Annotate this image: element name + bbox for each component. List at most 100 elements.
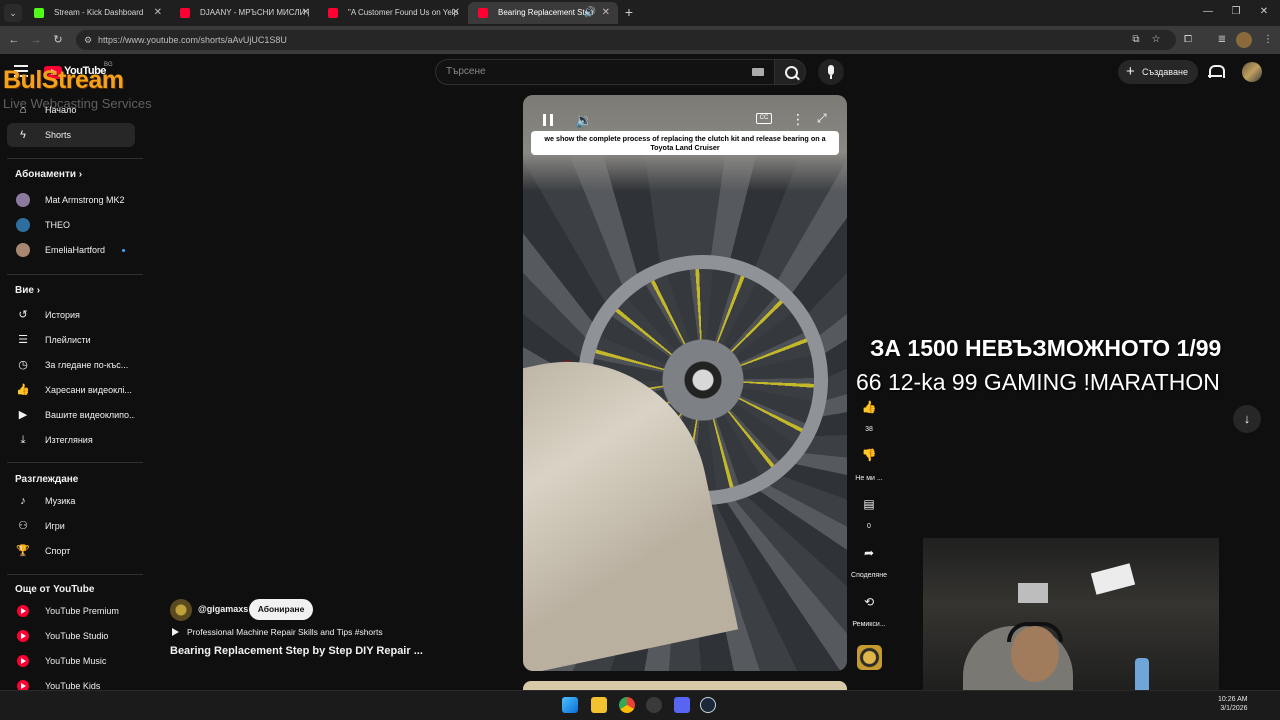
windows-start-icon[interactable]	[562, 697, 578, 713]
sidebar-item-mat-armstrong[interactable]: Mat Armstrong MK2	[7, 188, 135, 212]
tab-bearing-replacement[interactable]: Bearing Replacement Step 🔊 ✕	[468, 2, 618, 24]
tab-djaany[interactable]: DJAANY - МРЪСНИ МИСЛИ | ✕	[170, 2, 318, 24]
short-title[interactable]: Bearing Replacement Step by Step DIY Rep…	[170, 645, 423, 657]
remix-button[interactable]: ⟲	[857, 590, 881, 614]
account-avatar[interactable]	[1242, 62, 1262, 82]
like-button[interactable]: 👍	[857, 395, 881, 419]
comment-count: 0	[867, 523, 871, 530]
next-short-arrow-icon[interactable]: ↓	[1233, 405, 1261, 433]
channel-name[interactable]: @gigamaxs	[198, 604, 248, 614]
youtube-favicon-icon	[328, 8, 338, 18]
sidebar-item-label: YouTube Premium	[45, 606, 119, 616]
window-close-button[interactable]: ✕	[1250, 0, 1278, 24]
watch-later-icon: ◷	[18, 359, 28, 371]
youtube-music-icon	[17, 655, 29, 667]
captions-icon[interactable]: CC	[756, 113, 772, 124]
new-tab-button[interactable]: +	[622, 2, 636, 24]
forward-arrow-icon[interactable]: →	[28, 32, 44, 48]
notifications-bell-icon[interactable]	[1208, 64, 1225, 80]
extensions-icon[interactable]: ⧠	[1180, 32, 1196, 48]
tab-search-button[interactable]: ⌄	[4, 4, 22, 22]
channel-avatar[interactable]	[170, 599, 192, 621]
sidebar-item-label: Начало	[45, 105, 77, 115]
subscriptions-heading[interactable]: Абонаменти ›	[15, 169, 82, 180]
watermark-brand: BulStream	[3, 66, 124, 94]
sidebar-item-theo[interactable]: THEO	[7, 213, 135, 237]
history-icon: ↺	[18, 309, 28, 321]
sidebar-item-emeliahartford[interactable]: EmeliaHartford	[7, 238, 135, 262]
browser-menu-icon[interactable]: ⋮	[1260, 32, 1276, 48]
sidebar-item-sports[interactable]: 🏆 Спорт	[7, 539, 135, 563]
share-label: Споделяне	[851, 572, 887, 579]
volume-icon[interactable]: 🔉	[575, 112, 592, 129]
close-tab-icon[interactable]: ✕	[302, 2, 310, 24]
sound-thumbnail[interactable]	[857, 645, 882, 670]
sidebar-item-home[interactable]: ⌂ Начало	[7, 98, 135, 122]
sidebar-item-watch-later[interactable]: ◷ За гледане по-къс...	[7, 353, 135, 377]
search-button[interactable]	[774, 59, 806, 85]
close-tab-icon[interactable]: ✕	[154, 2, 162, 24]
youtube-favicon-icon	[478, 8, 488, 18]
webcam-lamp	[1090, 563, 1136, 595]
song-link[interactable]: Professional Machine Repair Skills and T…	[187, 627, 383, 637]
install-app-icon[interactable]: ⧉	[1128, 32, 1144, 48]
voice-search-icon[interactable]	[818, 59, 844, 85]
profile-icon[interactable]	[1236, 32, 1252, 48]
share-button[interactable]: ➦	[857, 541, 881, 565]
comments-button[interactable]: ▤	[857, 492, 881, 516]
video-caption: we show the complete process of replacin…	[531, 131, 839, 155]
channel-avatar	[16, 243, 30, 257]
plus-icon: +	[1126, 63, 1135, 80]
sidebar-item-youtube-premium[interactable]: YouTube Premium	[7, 599, 135, 623]
speaker-icon[interactable]: 🔊	[584, 2, 596, 24]
sidebar-item-playlists[interactable]: ☰ Плейлисти	[7, 328, 135, 352]
sidebar-item-shorts[interactable]: ϟ Shorts	[7, 123, 135, 147]
short-video-player[interactable]: 🔉 CC ⋮ ⤢ we show the complete process of…	[523, 95, 847, 671]
sidebar-item-liked-videos[interactable]: 👍 Харесани видеоклі...	[7, 378, 135, 402]
close-tab-icon[interactable]: ✕	[602, 2, 610, 24]
you-heading[interactable]: Вие ›	[15, 285, 40, 296]
more-from-youtube-heading: Още от YouTube	[15, 584, 95, 595]
tab-kick-dashboard[interactable]: Stream - Kick Dashboard ✕	[24, 2, 170, 24]
clock-date: 3/1/2026	[1220, 705, 1248, 712]
dislike-button[interactable]: 👎	[857, 443, 881, 467]
sidebar-item-downloads[interactable]: ⤓ Изтегляния	[7, 428, 135, 452]
sidebar-item-music[interactable]: ♪ Музика	[7, 489, 135, 513]
close-tab-icon[interactable]: ✕	[452, 2, 460, 24]
downloads-icon: ⤓	[20, 434, 26, 446]
more-options-icon[interactable]: ⋮	[791, 111, 805, 128]
taskbar-clock[interactable]: 10:26 AM 3/1/2026	[1218, 695, 1248, 713]
fullscreen-icon[interactable]: ⤢	[817, 111, 827, 126]
sidebar-item-history[interactable]: ↺ История	[7, 303, 135, 327]
sidebar-item-your-videos[interactable]: ▶ Вашите видеоклипо...	[7, 403, 135, 427]
keyboard-icon[interactable]	[752, 68, 764, 76]
address-toolbar: ← → ↻ ⚙ https://www.youtube.com/shorts/a…	[0, 26, 1280, 54]
reload-icon[interactable]: ↻	[50, 32, 66, 48]
restore-button[interactable]: ❐	[1222, 0, 1250, 24]
sidebar-item-label: Вашите видеоклипо...	[45, 410, 135, 420]
sports-icon: 🏆	[16, 545, 30, 557]
chrome-icon[interactable]	[619, 697, 635, 713]
bookmark-star-icon[interactable]: ☆	[1148, 32, 1164, 48]
sidebar-item-gaming[interactable]: ⚇ Игри	[7, 514, 135, 538]
media-control-icon[interactable]: ≣	[1214, 32, 1230, 48]
tab-label: Bearing Replacement Step	[498, 8, 594, 17]
stream-overlay-line-2: 66 12-ka 99 GAMING !MARATHON	[856, 369, 1220, 395]
sidebar-item-youtube-music[interactable]: YouTube Music	[7, 649, 135, 673]
url-bar[interactable]: ⚙ https://www.youtube.com/shorts/aAvUjUC…	[76, 30, 1176, 50]
sidebar-item-label: EmeliaHartford	[45, 245, 106, 255]
sidebar-item-youtube-studio[interactable]: YouTube Studio	[7, 624, 135, 648]
discord-icon[interactable]	[674, 697, 690, 713]
file-explorer-icon[interactable]	[591, 697, 607, 713]
subscribe-button[interactable]: Абониране	[249, 599, 313, 620]
back-arrow-icon[interactable]: ←	[6, 32, 22, 48]
tab-customer-yelp[interactable]: "A Customer Found Us on Yelp ✕	[318, 2, 468, 24]
search-input[interactable]: Търсене	[435, 59, 775, 85]
obs-icon[interactable]	[646, 697, 662, 713]
minimize-button[interactable]: —	[1194, 0, 1222, 24]
create-button[interactable]: + Създаване	[1118, 60, 1198, 84]
site-info-icon[interactable]: ⚙	[82, 34, 94, 46]
pause-icon[interactable]	[543, 114, 553, 126]
sidebar-item-label: Изтегляния	[45, 435, 93, 445]
steam-icon[interactable]	[700, 697, 716, 713]
